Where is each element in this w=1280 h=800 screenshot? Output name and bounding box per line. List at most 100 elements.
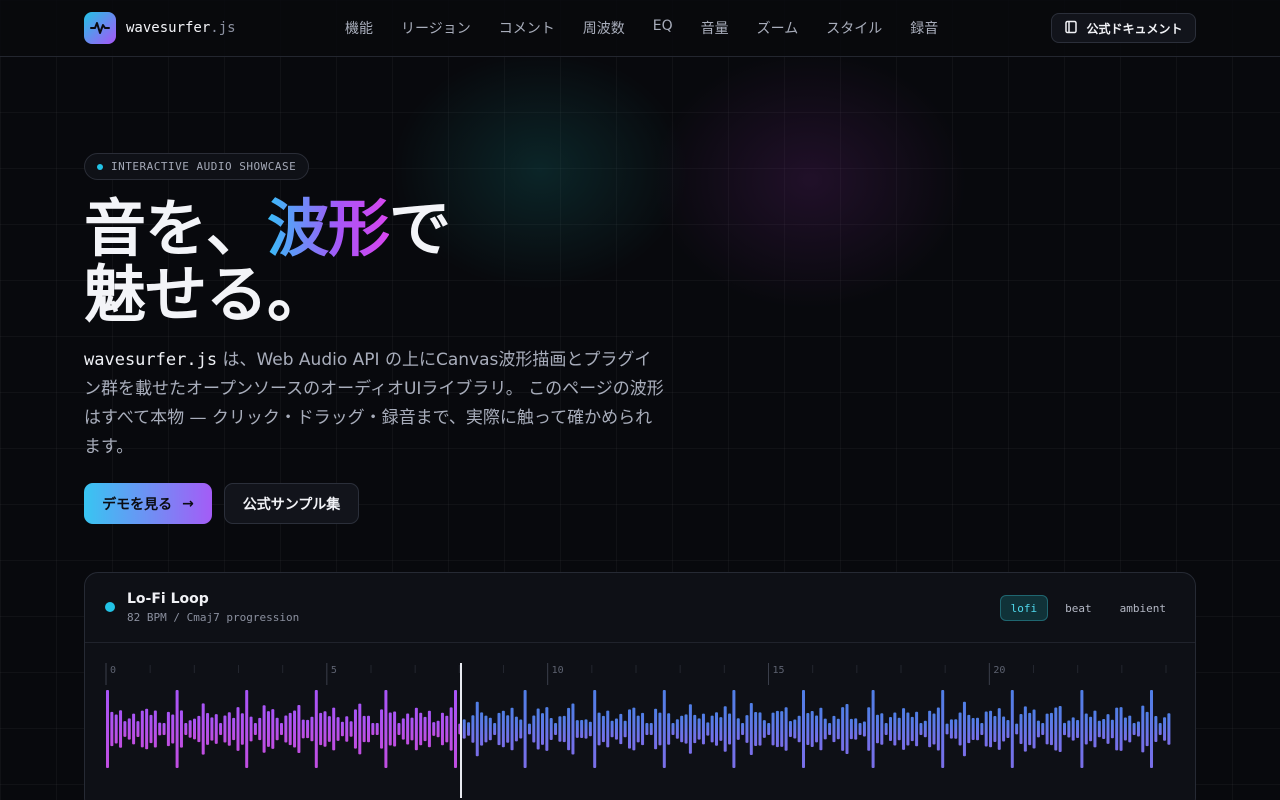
nav-link-volume[interactable]: 音量 [701, 18, 729, 38]
waveform-bar [654, 708, 658, 750]
waveform-bar [802, 690, 805, 768]
waveform-bar [736, 718, 740, 740]
headline-part-2: で [389, 192, 451, 265]
brand-logo-link[interactable]: wavesurfer.js [84, 12, 236, 44]
waveform-bar [810, 711, 814, 747]
waveform-bar [754, 711, 758, 747]
waveform-bar [993, 715, 997, 742]
book-icon [1064, 20, 1078, 37]
waveform-bar [945, 723, 949, 735]
waveform-bar [902, 708, 906, 750]
waveform-bar [206, 713, 210, 745]
waveform-bar [723, 706, 727, 752]
waveform-bar [806, 712, 810, 746]
waveform-bar [532, 715, 536, 743]
waveform-bar [841, 707, 845, 751]
waveform-bar [327, 716, 331, 742]
waveform-bar [1154, 715, 1158, 742]
waveform-bar [1006, 719, 1010, 739]
waveform-bar [1097, 720, 1101, 738]
preset-tab-beat[interactable]: beat [1054, 595, 1103, 621]
waveform-bar [423, 716, 427, 742]
nav-link-style[interactable]: スタイル [826, 18, 882, 38]
waveform-bar [671, 723, 675, 735]
waveform-logo-icon [84, 12, 116, 44]
official-docs-button[interactable]: 公式ドキュメント [1051, 13, 1196, 43]
waveform-bar [510, 707, 514, 751]
waveform-bar [288, 712, 292, 746]
nav-link-regions[interactable]: リージョン [401, 18, 471, 38]
nav-link-zoom[interactable]: ズーム [757, 18, 799, 38]
waveform-bar [427, 710, 431, 748]
nav-link-comments[interactable]: コメント [499, 18, 555, 38]
waveform-bar [340, 721, 344, 737]
waveform-bar [336, 717, 340, 741]
waveform-bar [501, 710, 505, 748]
waveform-bar [232, 717, 236, 741]
waveform-bar [1123, 717, 1127, 741]
waveform-bar [1067, 720, 1071, 738]
badge-label: INTERACTIVE AUDIO SHOWCASE [111, 160, 297, 173]
waveform-bar [1076, 719, 1080, 739]
waveform-bar [580, 720, 584, 738]
waveform-bar [358, 703, 362, 755]
waveform-bar [1141, 705, 1145, 753]
waveform-bar [976, 717, 979, 741]
showcase-badge: INTERACTIVE AUDIO SHOWCASE [84, 153, 310, 180]
waveform-bar [306, 719, 310, 739]
waveform-bar [523, 690, 527, 768]
waveform-bar [1089, 716, 1093, 742]
waveform-bar [106, 690, 109, 768]
waveform-bar [928, 710, 932, 748]
preset-tab-lofi[interactable]: lofi [999, 595, 1049, 621]
waveform-svg[interactable]: 0 5 10 15 20 [105, 663, 1175, 798]
waveform-bar [245, 690, 249, 768]
waveform-bar [280, 723, 283, 735]
waveform-bar [440, 712, 444, 746]
waveform-bar [1023, 706, 1027, 752]
waveform-bar [636, 715, 640, 743]
track-status-dot-icon [105, 602, 115, 612]
waveform-bar [462, 719, 466, 739]
waveform-bar [1150, 690, 1153, 768]
waveform-bar [506, 715, 510, 743]
waveform-bar [1036, 720, 1040, 738]
waveform-bar [1084, 713, 1088, 745]
brand-name: wavesurfer.js [126, 20, 236, 36]
waveform-bar [410, 717, 414, 741]
official-samples-button[interactable]: 公式サンプル集 [224, 483, 359, 524]
waveform-bar [219, 723, 223, 735]
preset-tab-ambient[interactable]: ambient [1109, 595, 1177, 621]
waveform-bar [1049, 712, 1053, 746]
view-demo-button[interactable]: デモを見る → [84, 483, 212, 524]
waveform-bar [597, 712, 601, 746]
waveform-bar [906, 712, 910, 746]
waveform-bar [1015, 723, 1019, 735]
waveform-canvas[interactable]: 0 5 10 15 20 [105, 663, 1175, 798]
waveform-bar [858, 723, 862, 735]
waveform-bar [123, 721, 127, 737]
waveform-bar [375, 723, 379, 735]
waveform-bar [119, 710, 123, 748]
waveform-bar [1058, 705, 1062, 753]
waveform-bar [471, 715, 475, 743]
waveform-bar [1063, 722, 1066, 736]
waveform-bar [258, 717, 262, 741]
waveform-bar [166, 711, 170, 747]
waveform-bar [554, 723, 558, 735]
waveform-bar [184, 723, 188, 735]
waveform-bar [284, 715, 288, 743]
waveform-bar [227, 712, 231, 746]
view-demo-label: デモを見る [102, 496, 173, 513]
waveform-bar [319, 712, 323, 746]
waveform-bar [658, 712, 662, 746]
waveform-bar [297, 705, 301, 753]
nav-link-features[interactable]: 機能 [345, 18, 373, 38]
waveform-bar [1132, 723, 1136, 735]
nav-link-recording[interactable]: 録音 [910, 18, 938, 38]
nav-link-eq[interactable]: EQ [653, 18, 673, 38]
waveform-bar [488, 717, 492, 741]
waveform-bar [201, 703, 205, 755]
nav-link-frequency[interactable]: 周波数 [583, 18, 625, 38]
waveform-bar [741, 723, 745, 735]
